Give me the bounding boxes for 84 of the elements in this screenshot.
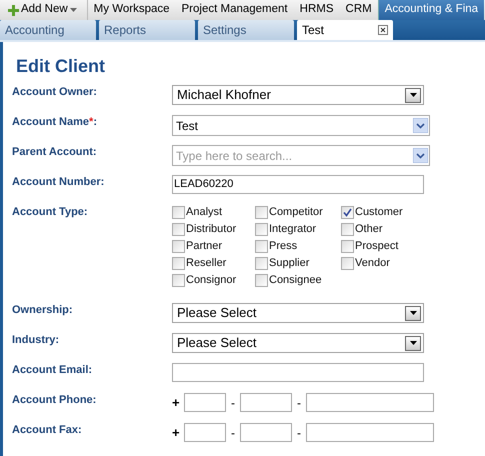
tab[interactable]: Settings (198, 20, 294, 40)
dash-separator: - (296, 394, 302, 412)
menu-tab[interactable]: Accounting & Fina (378, 0, 484, 20)
checkbox[interactable] (255, 222, 268, 236)
checkmark-icon (343, 208, 352, 216)
phone-number-field[interactable] (306, 423, 434, 442)
dash-separator: - (230, 424, 236, 442)
tab[interactable]: Test (297, 20, 393, 40)
checkbox-label: Consignee (269, 272, 322, 288)
field-label: Ownership: (12, 303, 74, 317)
country-code-field[interactable] (184, 423, 226, 442)
checkbox[interactable] (172, 222, 185, 236)
checkbox[interactable] (341, 240, 354, 252)
combo-value: Test (176, 118, 198, 134)
checkbox[interactable] (172, 240, 185, 252)
caret-icon (410, 93, 416, 97)
checkbox[interactable] (255, 274, 268, 286)
dropdown-field[interactable]: Please Select (172, 303, 424, 323)
field-label: Account Phone: (12, 393, 98, 407)
menu-tab[interactable]: Project Management (176, 0, 294, 20)
caret-icon (70, 8, 77, 12)
tab[interactable]: Reports (99, 20, 195, 40)
field-label: Industry: (12, 333, 60, 347)
caret-icon (410, 311, 416, 315)
checkbox-label: Integrator (269, 222, 316, 237)
text-field[interactable] (172, 363, 424, 382)
dropdown-button[interactable] (405, 336, 421, 350)
checkbox[interactable] (255, 206, 268, 218)
checkbox-label: Reseller (186, 256, 226, 271)
checkbox-label: Other (355, 222, 383, 237)
phone-number-field[interactable] (306, 393, 434, 412)
checkbox[interactable] (172, 274, 185, 286)
field-label: Account Type: (12, 205, 89, 219)
dropdown-field[interactable]: Michael Khofner (172, 85, 424, 105)
field-label: Account Number: (12, 175, 106, 189)
menu-tab[interactable]: My Workspace (88, 0, 176, 20)
menu-tab[interactable]: HRMS (294, 0, 340, 20)
checkbox-label: Customer (355, 204, 403, 220)
field-label: Account Fax: (12, 423, 83, 437)
dropdown-button[interactable] (405, 88, 421, 102)
field-label: Account Email: (12, 363, 94, 377)
checkbox-label: Supplier (269, 256, 310, 271)
chevron-down-icon[interactable] (413, 118, 428, 133)
dropdown-button[interactable] (405, 306, 421, 320)
checkbox-label: Partner (186, 238, 222, 254)
plus-icon (8, 4, 19, 16)
checkbox-label: Press (269, 238, 298, 254)
checkbox[interactable] (172, 206, 185, 218)
plus-sign: + (172, 424, 180, 442)
checkbox[interactable] (172, 256, 185, 270)
page-title: Edit Client (15, 56, 106, 76)
close-icon[interactable] (378, 25, 388, 35)
area-code-field[interactable] (240, 423, 292, 442)
dropdown-value: Please Select (177, 304, 256, 322)
checkbox-label: Prospect (355, 238, 398, 254)
dropdown-field[interactable]: Please Select (172, 333, 424, 353)
tab[interactable]: Accounting (0, 20, 96, 40)
area-code-field[interactable] (240, 393, 292, 412)
dropdown-value: Michael Khofner (177, 86, 271, 104)
combo-placeholder: Type here to search... (176, 148, 292, 164)
plus-sign: + (172, 394, 180, 412)
field-label: Account Owner: (12, 85, 98, 99)
checkbox-label: Distributor (186, 222, 236, 237)
text-field[interactable]: LEAD60220 (172, 175, 424, 194)
combo-field[interactable]: Test (172, 115, 430, 136)
checkbox-label: Competitor (269, 204, 323, 220)
checkbox-label: Vendor (355, 256, 390, 271)
field-label: Account Name*: (12, 115, 98, 129)
checkbox[interactable] (255, 240, 268, 252)
checkbox[interactable] (341, 256, 354, 270)
checkbox-label: Consignor (186, 272, 236, 288)
dropdown-value: Please Select (177, 334, 256, 352)
checkbox-label: Analyst (186, 204, 222, 220)
menu-tab[interactable]: CRM (340, 0, 378, 20)
field-value: LEAD60220 (174, 177, 234, 192)
checkbox[interactable] (341, 206, 354, 218)
checkbox[interactable] (341, 222, 354, 236)
chevron-down-icon[interactable] (413, 148, 428, 163)
dash-separator: - (230, 394, 236, 412)
caret-icon (410, 341, 416, 345)
checkbox[interactable] (255, 256, 268, 270)
field-label: Parent Account: (12, 145, 98, 159)
country-code-field[interactable] (184, 393, 226, 412)
dash-separator: - (296, 424, 302, 442)
